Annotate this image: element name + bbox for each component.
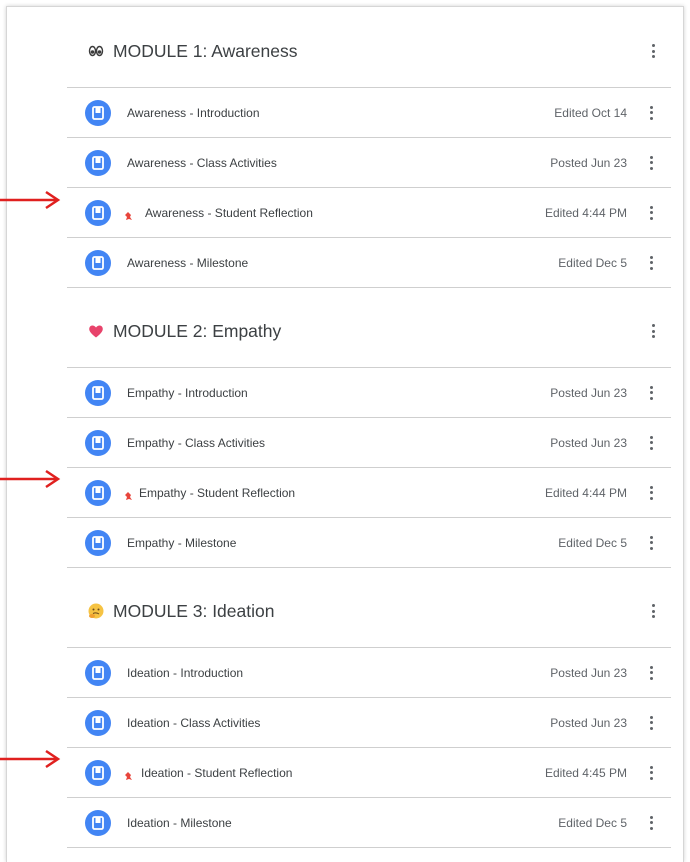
annotation-arrow-2: [0, 469, 61, 489]
module-title: MODULE 3: Ideation: [113, 600, 275, 621]
item-date: Edited Dec 5: [558, 815, 627, 830]
pin-icon: [123, 488, 133, 500]
item-title: Empathy - Class Activities: [127, 435, 266, 450]
heart-icon: [87, 322, 105, 340]
item-title: Ideation - Class Activities: [127, 715, 261, 730]
list-item[interactable]: Empathy - Introduction Posted Jun 23: [67, 368, 671, 418]
annotation-arrow-3: [0, 749, 61, 769]
item-title: Awareness - Milestone: [127, 255, 249, 270]
item-date: Posted Jun 23: [550, 155, 627, 170]
item-more-options-icon[interactable]: [649, 485, 653, 500]
module-2: MODULE 2: Empathy Empathy - Introduction…: [67, 295, 671, 568]
item-date: Edited 4:44 PM: [544, 205, 627, 220]
list-item[interactable]: Awareness - Milestone Edited Dec 5: [67, 238, 671, 288]
list-item[interactable]: Ideation - Milestone Edited Dec 5: [67, 798, 671, 848]
item-title: Ideation - Introduction: [127, 665, 244, 680]
list-item[interactable]: Awareness - Introduction Edited Oct 14: [67, 88, 671, 138]
item-title: Awareness - Introduction: [127, 105, 260, 120]
item-date: Edited Dec 5: [558, 535, 627, 550]
item-more-options-icon[interactable]: [649, 815, 653, 830]
module-header: MODULE 3: Ideation: [67, 575, 671, 648]
item-title: Ideation - Student Reflection: [141, 765, 293, 780]
item-date: Edited Oct 14: [554, 105, 627, 120]
document-icon: [85, 379, 111, 406]
eyes-icon: [87, 42, 105, 60]
item-more-options-icon[interactable]: [649, 205, 653, 220]
document-icon: [85, 479, 111, 506]
module-more-options-icon[interactable]: [651, 604, 655, 618]
annotation-arrow-1: [0, 190, 61, 210]
item-date: Edited 4:45 PM: [544, 765, 627, 780]
pin-icon: [123, 208, 133, 220]
document-icon: [85, 149, 111, 176]
item-more-options-icon[interactable]: [649, 385, 653, 400]
module-more-options-icon[interactable]: [651, 44, 655, 58]
list-item[interactable]: Ideation - Class Activities Posted Jun 2…: [67, 698, 671, 748]
document-icon: [85, 659, 111, 686]
module-1: MODULE 1: Awareness Awareness - Introduc…: [67, 15, 671, 288]
module-title: MODULE 2: Empathy: [113, 320, 282, 341]
item-more-options-icon[interactable]: [649, 255, 653, 270]
document-icon: [85, 809, 111, 836]
pin-icon: [123, 768, 133, 780]
classwork-card: MODULE 1: Awareness Awareness - Introduc…: [6, 6, 684, 862]
list-item[interactable]: Empathy - Student Reflection Edited 4:44…: [67, 468, 671, 518]
list-item[interactable]: Awareness - Student Reflection Edited 4:…: [67, 188, 671, 238]
item-more-options-icon[interactable]: [649, 435, 653, 450]
item-date: Posted Jun 23: [550, 385, 627, 400]
item-title: Awareness - Class Activities: [127, 155, 277, 170]
item-title: Ideation - Milestone: [127, 815, 232, 830]
item-date: Edited Dec 5: [558, 255, 627, 270]
item-more-options-icon[interactable]: [649, 665, 653, 680]
item-more-options-icon[interactable]: [649, 715, 653, 730]
item-title: Awareness - Student Reflection: [145, 205, 313, 220]
module-header: MODULE 1: Awareness: [67, 15, 671, 88]
module-header: MODULE 2: Empathy: [67, 295, 671, 368]
list-item[interactable]: Awareness - Class Activities Posted Jun …: [67, 138, 671, 188]
list-item[interactable]: Ideation - Introduction Posted Jun 23: [67, 648, 671, 698]
thinking-face-icon: [87, 602, 105, 620]
item-date: Posted Jun 23: [550, 715, 627, 730]
document-icon: [85, 199, 111, 226]
document-icon: [85, 99, 111, 126]
list-item[interactable]: Empathy - Class Activities Posted Jun 23: [67, 418, 671, 468]
document-icon: [85, 709, 111, 736]
list-item[interactable]: Ideation - Student Reflection Edited 4:4…: [67, 748, 671, 798]
module-3: MODULE 3: Ideation Ideation - Introducti…: [67, 575, 671, 848]
item-date: Posted Jun 23: [550, 435, 627, 450]
item-more-options-icon[interactable]: [649, 155, 653, 170]
item-more-options-icon[interactable]: [649, 535, 653, 550]
item-more-options-icon[interactable]: [649, 105, 653, 120]
item-date: Posted Jun 23: [550, 665, 627, 680]
item-title: Empathy - Student Reflection: [139, 485, 296, 500]
item-title: Empathy - Introduction: [127, 385, 248, 400]
document-icon: [85, 249, 111, 276]
module-more-options-icon[interactable]: [651, 324, 655, 338]
item-more-options-icon[interactable]: [649, 765, 653, 780]
list-item[interactable]: Empathy - Milestone Edited Dec 5: [67, 518, 671, 568]
document-icon: [85, 759, 111, 786]
module-title: MODULE 1: Awareness: [113, 40, 298, 61]
document-icon: [85, 529, 111, 556]
item-title: Empathy - Milestone: [127, 535, 237, 550]
document-icon: [85, 429, 111, 456]
item-date: Edited 4:44 PM: [544, 485, 627, 500]
